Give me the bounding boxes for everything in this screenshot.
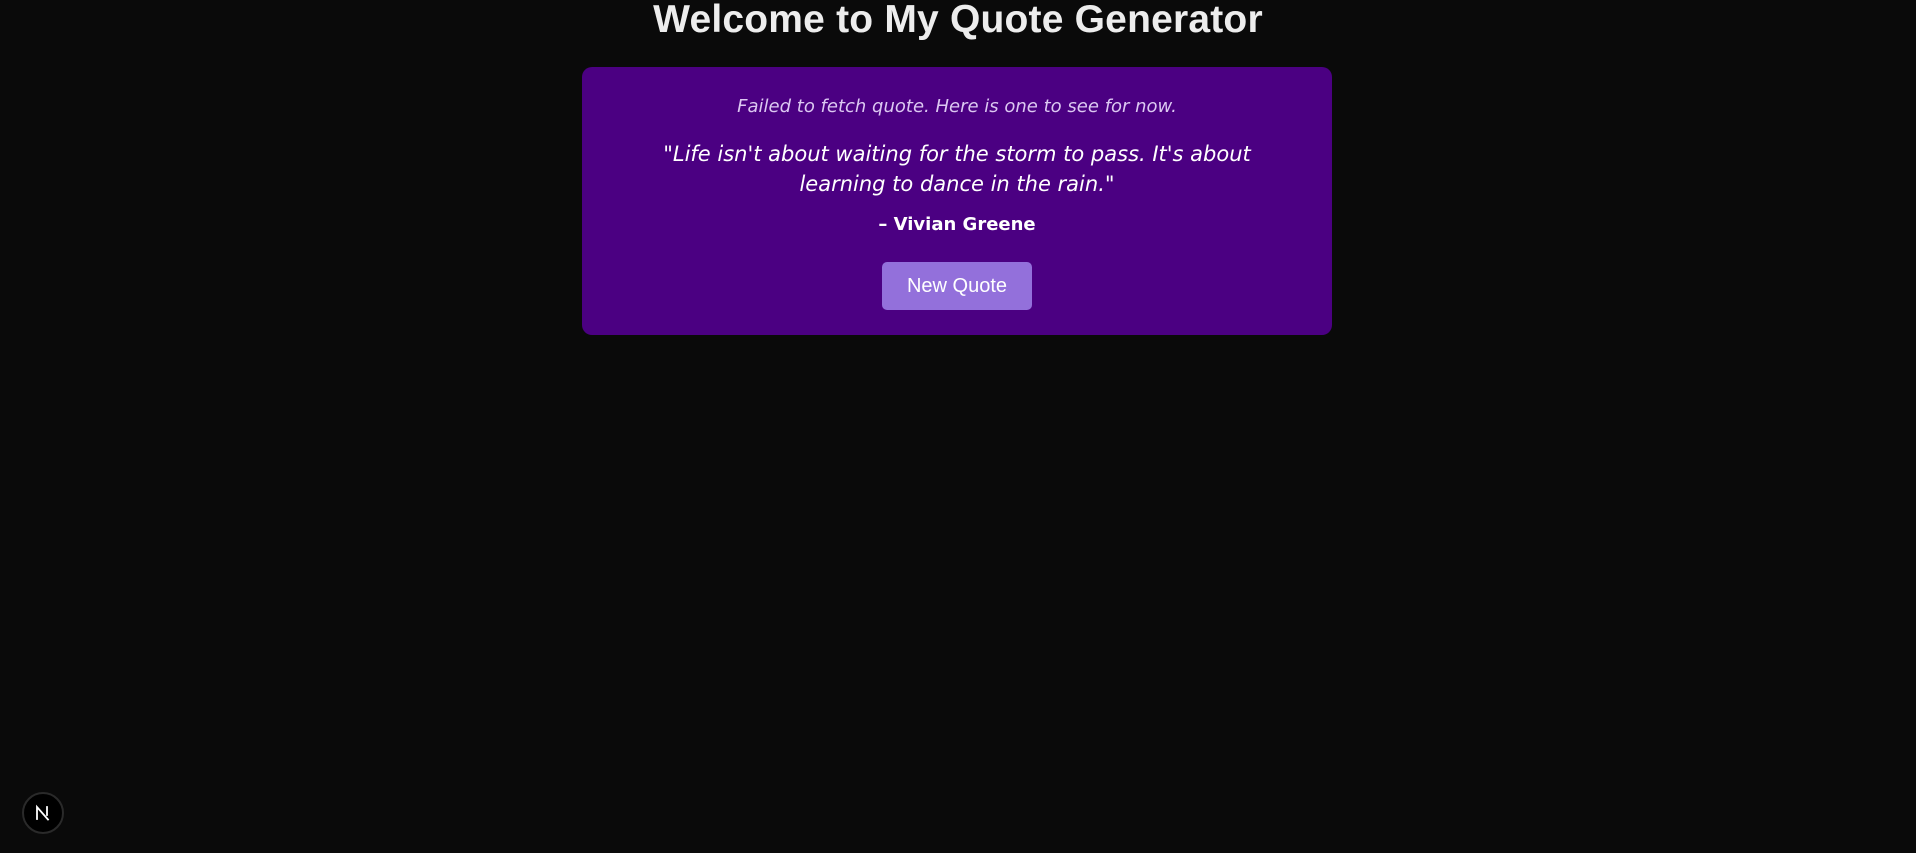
new-quote-button[interactable]: New Quote bbox=[882, 262, 1032, 310]
quote-text: "Life isn't about waiting for the storm … bbox=[663, 142, 1251, 196]
quote-author: – Vivian Greene bbox=[878, 214, 1036, 235]
page-title: Welcome to My Quote Generator bbox=[653, 0, 1263, 41]
nextjs-logo-icon bbox=[36, 804, 50, 821]
status-message: Failed to fetch quote. Here is one to se… bbox=[737, 96, 1177, 117]
quote-card: Failed to fetch quote. Here is one to se… bbox=[582, 67, 1332, 335]
nextjs-dev-indicator-button[interactable] bbox=[22, 792, 64, 834]
